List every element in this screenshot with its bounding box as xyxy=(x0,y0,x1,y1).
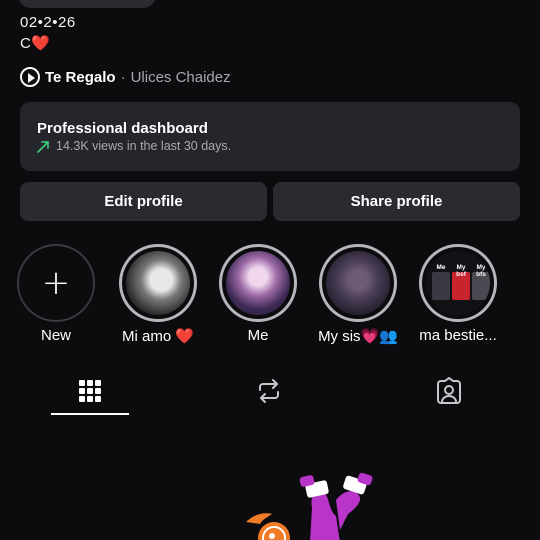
music-row[interactable]: Te Regalo · Ulices Chaidez xyxy=(20,67,231,87)
highlight-ring[interactable] xyxy=(119,244,197,322)
tab-tagged[interactable] xyxy=(409,372,489,410)
cover-mini-text: My bsf xyxy=(456,264,466,278)
share-profile-button[interactable]: Share profile xyxy=(273,182,520,221)
edit-profile-button[interactable]: Edit profile xyxy=(20,182,267,221)
cartoon-sticker-illustration xyxy=(246,472,373,540)
highlight-cover-image xyxy=(226,251,290,315)
heart-icon: ❤️ xyxy=(31,35,51,52)
cover-mini-photo: My bfs xyxy=(472,264,490,300)
song-separator: · xyxy=(120,68,126,86)
highlight-new[interactable]: + New xyxy=(16,244,96,344)
tagged-person-icon xyxy=(437,377,461,404)
highlight-ring[interactable] xyxy=(219,244,297,322)
highlight-ma-bestie[interactable]: Me My bsf My bfs ma bestie... xyxy=(418,244,498,344)
highlight-mi-amo[interactable]: Mi amo ❤️ xyxy=(118,244,198,345)
trending-up-icon xyxy=(37,140,49,153)
tab-reposts[interactable] xyxy=(229,372,309,410)
highlight-label: New xyxy=(40,327,71,344)
bio-date-line: 02•2•26 xyxy=(20,14,76,31)
plus-icon: + xyxy=(41,263,71,303)
highlight-label: ma bestie... xyxy=(419,327,497,344)
cover-mini-text: My bfs xyxy=(476,264,486,278)
new-highlight-circle[interactable]: + xyxy=(17,244,95,322)
top-pill-button[interactable] xyxy=(18,0,156,8)
highlight-label: Mi amo ❤️ xyxy=(121,328,195,345)
bio-letter: C xyxy=(20,35,32,52)
tab-posts-grid[interactable] xyxy=(50,372,130,410)
highlight-label: My sis💗👥 xyxy=(318,328,398,345)
song-title[interactable]: Te Regalo xyxy=(45,69,116,86)
active-tab-indicator xyxy=(51,413,129,415)
cover-mini-photo: Me xyxy=(432,264,450,300)
highlight-ring[interactable] xyxy=(319,244,397,322)
dashboard-subtitle-row: 14.3K views in the last 30 days. xyxy=(37,139,520,153)
dashboard-subtitle: 14.3K views in the last 30 days. xyxy=(56,139,232,153)
grid-icon xyxy=(79,380,101,402)
highlight-ring[interactable]: Me My bsf My bfs xyxy=(419,244,497,322)
song-artist[interactable]: Ulices Chaidez xyxy=(131,69,231,86)
cover-mini-photo: My bsf xyxy=(452,264,470,300)
highlight-cover-image xyxy=(326,251,390,315)
cover-mini-text: Me xyxy=(436,264,446,271)
dashboard-title: Professional dashboard xyxy=(37,120,208,137)
bio-letter-line: C❤️ xyxy=(20,34,51,52)
highlight-cover-image: Me My bsf My bfs xyxy=(426,251,490,315)
repost-icon xyxy=(259,379,279,403)
highlight-label: Me xyxy=(247,327,269,344)
highlight-my-sis[interactable]: My sis💗👥 xyxy=(318,244,398,345)
highlight-me[interactable]: Me xyxy=(218,244,298,344)
profile-tabs xyxy=(0,372,540,418)
highlight-cover-image xyxy=(126,251,190,315)
play-circle-icon[interactable] xyxy=(20,67,40,87)
professional-dashboard-card[interactable]: Professional dashboard 14.3K views in th… xyxy=(20,102,520,171)
